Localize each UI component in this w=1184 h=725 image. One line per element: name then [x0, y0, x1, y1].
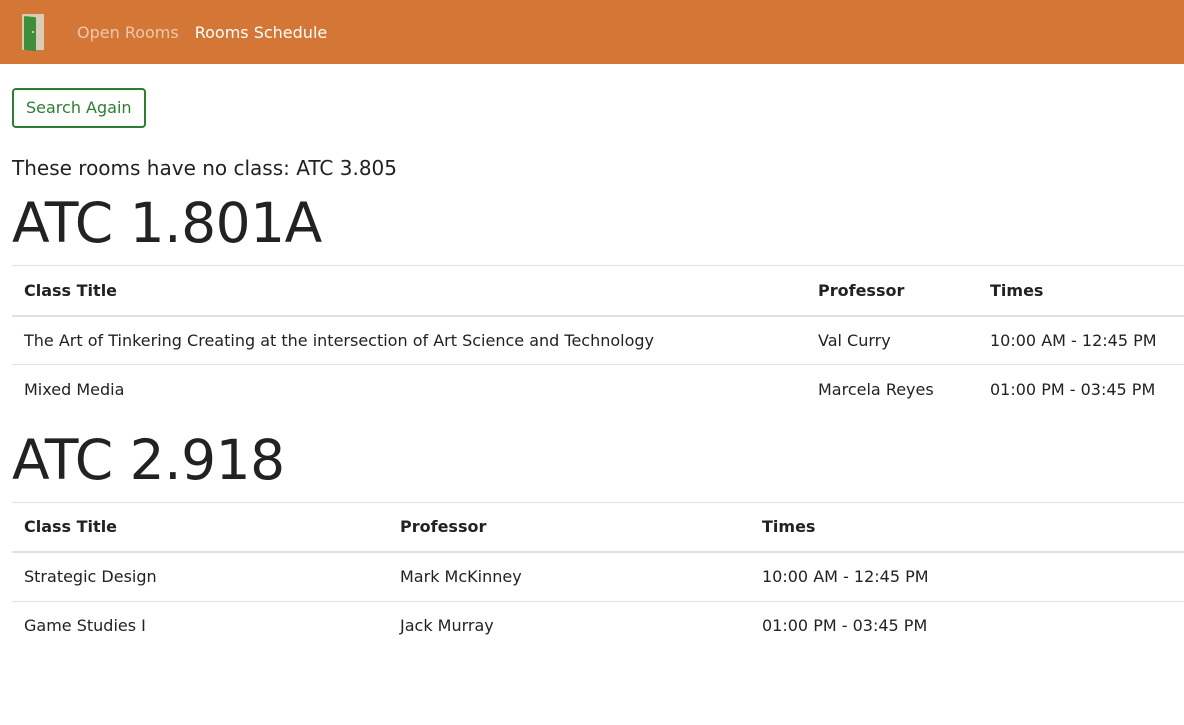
class-title-cell: Strategic Design: [12, 551, 388, 601]
schedule-table: Class Title Professor Times The Art of T…: [12, 265, 1184, 414]
schedule-table: Class Title Professor Times Strategic De…: [12, 501, 1184, 650]
door-panel: [24, 16, 36, 52]
door-knob: [32, 31, 34, 33]
professor-cell: Val Curry: [806, 315, 978, 365]
room-title: ATC 2.918: [12, 427, 285, 492]
table-row: The Art of Tinkering Creating at the int…: [12, 315, 1184, 365]
table-row: Strategic Design Mark McKinney 10:00 AM …: [12, 551, 1184, 601]
column-header-times: Times: [750, 501, 1184, 553]
professor-cell: Jack Murray: [388, 600, 750, 650]
nav-link-rooms-schedule[interactable]: Rooms Schedule: [195, 23, 328, 42]
times-cell: 01:00 PM - 03:45 PM: [750, 600, 1184, 650]
table-row: Mixed Media Marcela Reyes 01:00 PM - 03:…: [12, 364, 1184, 414]
nav-link-open-rooms[interactable]: Open Rooms: [77, 23, 179, 42]
table-header-row: Class Title Professor Times: [12, 501, 1184, 553]
table-row: Game Studies I Jack Murray 01:00 PM - 03…: [12, 600, 1184, 650]
table-header-row: Class Title Professor Times: [12, 265, 1184, 317]
column-header-professor: Professor: [388, 501, 750, 553]
times-cell: 10:00 AM - 12:45 PM: [750, 551, 1184, 601]
class-title-cell: Mixed Media: [12, 364, 806, 414]
column-header-times: Times: [978, 265, 1184, 317]
door-icon[interactable]: [22, 14, 44, 52]
main-content: Search Again These rooms have no class: …: [0, 64, 1184, 650]
column-header-professor: Professor: [806, 265, 978, 317]
column-header-class-title: Class Title: [12, 501, 388, 553]
class-title-cell: The Art of Tinkering Creating at the int…: [12, 315, 806, 365]
room-title: ATC 1.801A: [12, 191, 322, 255]
column-header-class-title: Class Title: [12, 265, 806, 317]
class-title-cell: Game Studies I: [12, 600, 388, 650]
professor-cell: Mark McKinney: [388, 551, 750, 601]
professor-cell: Marcela Reyes: [806, 364, 978, 414]
search-again-button[interactable]: Search Again: [12, 88, 146, 128]
navbar: Open Rooms Rooms Schedule: [0, 0, 1184, 64]
no-class-rooms-text: These rooms have no class: ATC 3.805: [12, 156, 397, 180]
times-cell: 01:00 PM - 03:45 PM: [978, 364, 1184, 414]
times-cell: 10:00 AM - 12:45 PM: [978, 315, 1184, 365]
